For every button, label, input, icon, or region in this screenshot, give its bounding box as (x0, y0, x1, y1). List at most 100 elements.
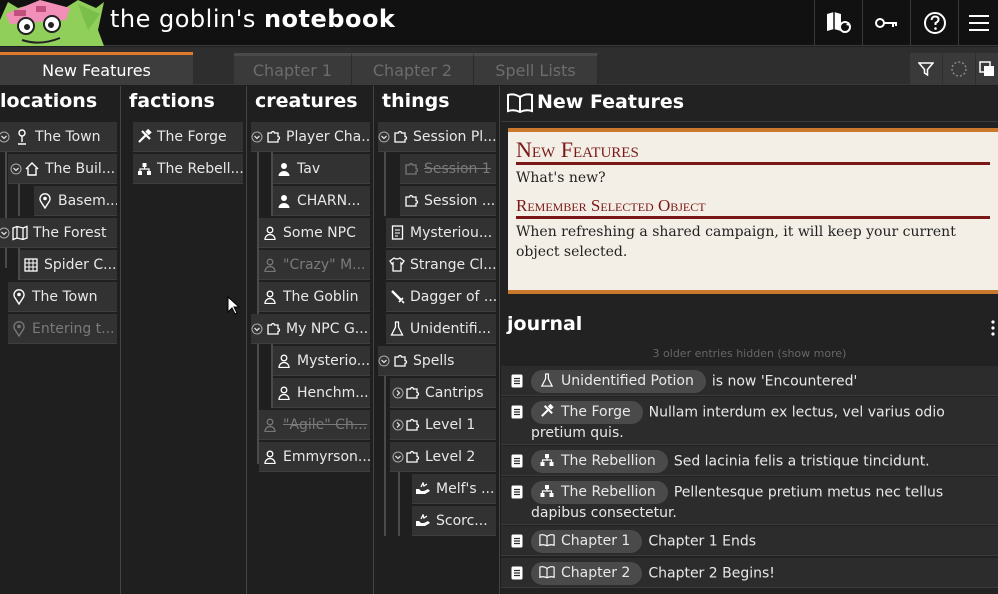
locations-column: locations The Town The Buil... Basem... … (0, 86, 121, 594)
chevron-down-icon[interactable] (392, 450, 404, 464)
list-item[interactable]: The Town (8, 282, 117, 312)
list-item[interactable]: The Buil... (8, 154, 117, 184)
chevron-down-icon[interactable] (378, 354, 390, 368)
list-item[interactable]: Unidentifi... (386, 314, 496, 344)
list-item[interactable]: Scorc... (412, 506, 496, 536)
tree-guide (398, 472, 400, 536)
list-item[interactable]: Dagger of ... (386, 282, 496, 312)
journal-entry[interactable]: The Rebellion Pellentesque pretium metus … (501, 477, 998, 525)
journal-entry[interactable]: Chapter 2 Chapter 2 Begins! (501, 558, 998, 588)
map-sync-button[interactable] (814, 0, 862, 46)
faction-icon (540, 454, 554, 466)
show-more-link[interactable]: 3 older entries hidden (show more) (501, 347, 998, 360)
list-item-label: Session 1 (424, 160, 491, 177)
list-item-label: Level 1 (425, 416, 476, 433)
windows-button[interactable] (976, 53, 998, 85)
list-item[interactable]: Emmyrson... (259, 442, 370, 472)
building-icon (24, 257, 38, 272)
list-item[interactable]: Level 2 (390, 442, 496, 472)
chevron-down-icon[interactable] (0, 130, 10, 144)
filter-icon (918, 62, 934, 77)
list-item[interactable]: Session ... (400, 186, 496, 216)
panel-title: New Features (537, 91, 685, 113)
journal-entry-text: is now 'Encountered' (711, 373, 858, 390)
help-button[interactable] (910, 0, 958, 46)
list-item[interactable]: "Crazy" M... (259, 250, 370, 280)
list-item-label: Mysterio... (297, 352, 370, 369)
tree-guide (18, 184, 20, 216)
list-item[interactable]: "Agile" Ch... (259, 410, 370, 440)
list-item[interactable]: Spider C... (20, 250, 117, 280)
menu-button[interactable] (958, 0, 998, 46)
more-vertical-icon[interactable] (991, 320, 995, 336)
document-icon (511, 405, 523, 419)
journal-entry[interactable]: Chapter 1 Chapter 1 Ends (501, 526, 998, 556)
tab-spell-lists[interactable]: Spell Lists (474, 53, 598, 85)
selection-button[interactable] (943, 53, 975, 85)
list-item[interactable]: Spells (378, 346, 496, 376)
tools-icon (137, 129, 152, 143)
journal-tag[interactable]: The Rebellion (531, 450, 668, 473)
list-item[interactable]: Some NPC (259, 218, 370, 248)
list-item[interactable]: Cantrips (390, 378, 496, 408)
list-item-label: Mysteriou... (410, 224, 493, 241)
journal-tag-label: The Forge (561, 404, 631, 420)
chevron-down-icon[interactable] (251, 322, 263, 336)
journal-entry[interactable]: The Rebellion Sed lacinia felis a tristiq… (501, 446, 998, 476)
list-item[interactable]: Tav (273, 154, 370, 184)
chevron-right-icon[interactable] (392, 386, 404, 400)
list-item-label: Unidentifi... (410, 320, 491, 337)
app-window: the goblin's notebook New Features Chapt… (0, 0, 998, 594)
list-item[interactable]: The Forge (133, 122, 243, 152)
list-item[interactable]: My NPC G... (251, 314, 370, 344)
journal-tag[interactable]: The Forge (531, 401, 643, 424)
chevron-down-icon[interactable] (0, 226, 10, 240)
key-button[interactable] (862, 0, 910, 46)
journal-tag[interactable]: Unidentified Potion (531, 370, 706, 393)
list-item[interactable]: Entering t... (8, 314, 117, 344)
list-item-label: Henchm... (297, 384, 369, 401)
list-item[interactable]: The Goblin (259, 282, 370, 312)
doc-heading: New Features (516, 138, 990, 165)
list-item[interactable]: Strange Cl... (386, 250, 496, 280)
journal-header: journal (501, 310, 998, 344)
person-icon (264, 258, 276, 272)
list-item[interactable]: Session 1 (400, 154, 496, 184)
journal-tag[interactable]: The Rebellion (531, 481, 668, 504)
puzzle-icon (405, 450, 419, 463)
list-item[interactable]: Basem... (34, 186, 117, 216)
map-sync-icon (826, 12, 851, 33)
puzzle-icon (405, 418, 419, 431)
list-item[interactable]: Level 1 (390, 410, 496, 440)
chevron-down-icon[interactable] (251, 130, 263, 144)
chevron-right-icon[interactable] (392, 418, 404, 432)
list-item[interactable]: Player Cha... (251, 122, 370, 152)
list-item[interactable]: The Rebell... (133, 154, 243, 184)
list-item[interactable]: Henchm... (273, 378, 370, 408)
chevron-down-icon[interactable] (10, 162, 22, 176)
dotted-circle-icon (951, 61, 967, 77)
list-item[interactable]: Session Pl... (378, 122, 496, 152)
person-icon (278, 386, 290, 400)
tab-chapter-2[interactable]: Chapter 2 (352, 53, 474, 85)
list-item[interactable]: Mysteriou... (386, 218, 496, 248)
list-item[interactable]: The Forest (0, 218, 117, 248)
list-item-label: Scorc... (436, 512, 488, 529)
book-icon (539, 534, 555, 547)
tab-chapter-1[interactable]: Chapter 1 (234, 53, 352, 85)
chevron-down-icon[interactable] (378, 130, 390, 144)
creatures-header: creatures (255, 90, 358, 112)
journal-tag-label: Chapter 1 (561, 533, 631, 549)
journal-entry[interactable]: The Forge Nullam interdum ex lectus, vel … (501, 397, 998, 445)
journal-tag[interactable]: Chapter 2 (531, 562, 643, 585)
journal-tag-label: Chapter 2 (561, 565, 631, 581)
list-item[interactable]: Melf's ... (412, 474, 496, 504)
tab-new-features[interactable]: New Features (0, 52, 193, 85)
list-item-label: "Crazy" M... (283, 256, 366, 273)
list-item[interactable]: The Town (0, 122, 117, 152)
list-item[interactable]: CHARN... (273, 186, 370, 216)
journal-entry[interactable]: Unidentified Potion is now 'Encountered' (501, 366, 998, 396)
list-item[interactable]: Mysterio... (273, 346, 370, 376)
journal-tag[interactable]: Chapter 1 (531, 530, 643, 553)
filter-button[interactable] (910, 53, 942, 85)
